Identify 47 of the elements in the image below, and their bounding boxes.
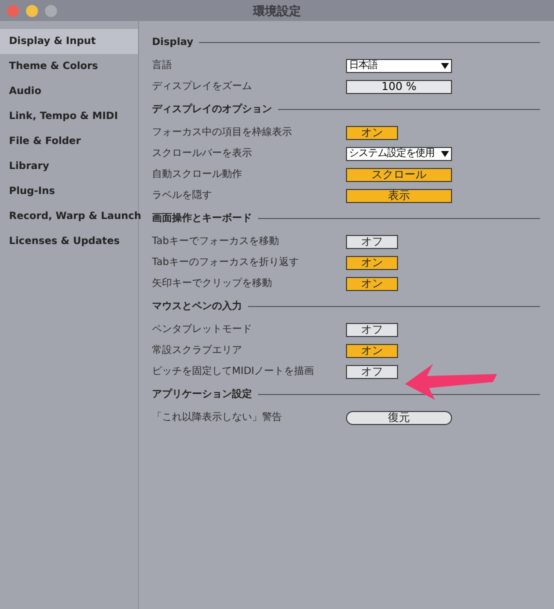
section-title: Display — [152, 36, 194, 50]
toggle-button[interactable]: オン — [346, 256, 398, 270]
sidebar-item[interactable]: Theme & Colors — [0, 54, 138, 79]
toggle-button[interactable]: オフ — [346, 322, 398, 336]
sidebar-item[interactable]: Library — [0, 154, 138, 179]
toggle-button[interactable]: スクロール — [346, 168, 452, 182]
sidebar-item[interactable]: File & Folder — [0, 129, 138, 154]
setting-label: ペンタブレットモード — [152, 322, 253, 337]
setting-label: Tabキーでフォーカスを移動 — [152, 235, 280, 249]
section-title: 画面操作とキーボード — [152, 212, 252, 226]
sidebar-item[interactable]: Plug-Ins — [0, 179, 138, 204]
sidebar-item[interactable]: Audio — [0, 79, 138, 104]
sidebar-item[interactable]: Display & Input — [0, 29, 138, 54]
setting-label: ピッチを固定してMIDIノートを描画 — [152, 364, 316, 379]
toggle-button[interactable]: オフ — [346, 364, 398, 378]
section-title: ディスプレイのオプション — [152, 102, 272, 116]
toggle-button[interactable]: オン — [346, 344, 398, 358]
zoom-icon[interactable] — [45, 4, 57, 16]
setting-label: ラベルを隠す — [152, 188, 213, 203]
setting-label: 常設スクラブエリア — [152, 344, 243, 358]
caret-down-icon — [441, 62, 449, 68]
window-title: 環境設定 — [253, 2, 301, 20]
close-icon[interactable] — [7, 4, 19, 16]
toggle-button[interactable]: 表示 — [346, 188, 452, 202]
setting-label: Tabキーのフォーカスを折り返す — [152, 256, 300, 270]
sidebar-item[interactable]: Record, Warp & Launch — [0, 204, 138, 229]
setting-label: 矢印キーでクリップを移動 — [152, 276, 273, 291]
section-title: アプリケーション設定 — [152, 387, 252, 402]
setting-label: スクロールバーを表示 — [152, 146, 253, 161]
sidebar-item[interactable]: Licenses & Updates — [0, 229, 138, 254]
zoom-field[interactable]: 100 % — [346, 80, 452, 94]
dropdown[interactable]: 日本語 — [346, 58, 452, 72]
caret-down-icon — [441, 150, 449, 156]
toggle-button[interactable]: オン — [346, 276, 398, 290]
arrow-icon — [405, 364, 497, 400]
toggle-button[interactable]: オン — [346, 126, 398, 140]
setting-label: 「これ以降表示しない」警告 — [152, 410, 283, 425]
setting-label: フォーカス中の項目を枠線表示 — [152, 126, 293, 140]
sidebar-item[interactable]: Link, Tempo & MIDI — [0, 104, 138, 129]
section-title: マウスとペンの入力 — [152, 300, 242, 314]
restore-button[interactable]: 復元 — [346, 410, 452, 424]
minimize-icon[interactable] — [26, 4, 38, 16]
toggle-button[interactable]: オフ — [346, 234, 398, 248]
setting-label: ディスプレイをズーム — [152, 80, 253, 94]
setting-label: 自動スクロール動作 — [152, 168, 243, 182]
dropdown[interactable]: システム設定を使用 — [346, 146, 452, 160]
setting-label: 言語 — [152, 58, 173, 73]
